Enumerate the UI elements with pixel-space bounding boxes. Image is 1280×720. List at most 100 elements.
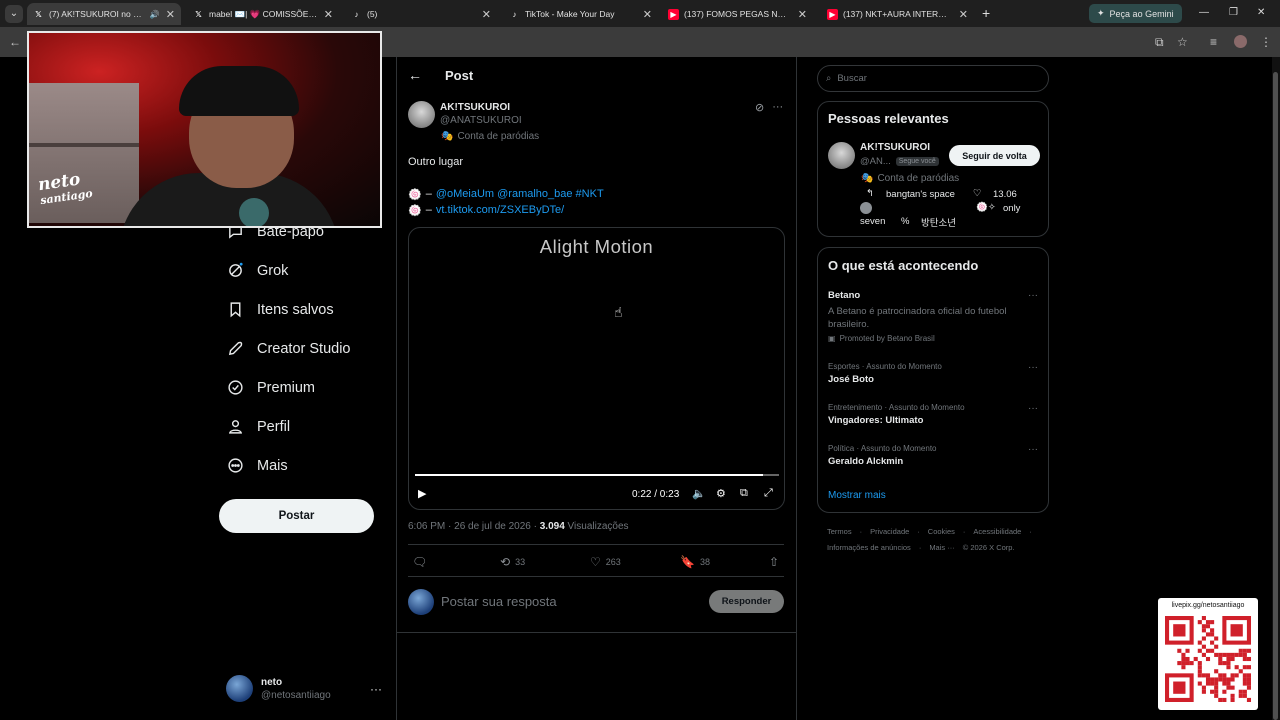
new-tab-icon[interactable]: + — [982, 5, 990, 21]
trend-more-icon[interactable]: ··· — [1028, 362, 1038, 373]
nav-label: Creator Studio — [257, 340, 351, 357]
video-player[interactable]: Alight Motion ☝ ▶ 0:22 / 0:23 🔈 ⚙ ⧉ ⤢ — [408, 227, 785, 510]
nav-premium[interactable]: Premium — [227, 379, 315, 396]
minimize-icon[interactable]: — — [1199, 7, 1209, 18]
author-avatar[interactable] — [408, 101, 435, 128]
tab-mabel[interactable]: 𝕏 mabel ✉️| 💗 COMISSÕES FEC ✕ — [187, 3, 339, 25]
repost-action[interactable]: ⟲ 33 — [500, 555, 525, 569]
nav-mais[interactable]: Mais — [227, 457, 288, 474]
reply-input[interactable]: Postar sua resposta — [441, 594, 557, 609]
show-more-link[interactable]: Mostrar mais — [828, 490, 886, 501]
kebab-menu-icon[interactable]: ⋮ — [1260, 35, 1272, 49]
share-action[interactable]: ⇧ — [769, 555, 779, 569]
account-more-icon[interactable]: ··· — [370, 682, 382, 696]
bookmark-star-icon[interactable]: ☆ — [1177, 35, 1188, 49]
close-tab-icon[interactable]: ✕ — [482, 8, 491, 21]
reply-action[interactable]: 🗨 — [412, 555, 432, 569]
post-tools: ⊘ ··· — [755, 101, 783, 114]
tab-tiktok[interactable]: ♪ TikTok - Make Your Day ✕ — [503, 3, 658, 25]
footer-link-termos[interactable]: Termos — [827, 527, 852, 536]
gemini-button[interactable]: ✦ Peça ao Gemini — [1089, 4, 1182, 23]
trend-more-icon[interactable]: ··· — [1028, 403, 1038, 414]
trend-more-icon[interactable]: ··· — [1028, 290, 1038, 301]
page-scrollbar[interactable] — [1272, 57, 1280, 720]
relevant-name[interactable]: AK!TSUKUROI — [860, 142, 930, 153]
author-handle[interactable]: @ANATSUKUROI — [440, 115, 522, 126]
grok-explain-icon[interactable]: ⊘ — [755, 101, 764, 114]
tab-search-dropdown[interactable]: ⌄ — [5, 4, 23, 23]
video-progress-bar[interactable] — [415, 474, 779, 476]
divider — [408, 576, 784, 577]
media-controls-icon[interactable]: ≡ — [1210, 35, 1217, 49]
close-tab-icon[interactable]: ✕ — [324, 8, 333, 21]
back-nav-icon[interactable]: ← — [9, 35, 21, 49]
volume-icon[interactable]: 🔈 — [692, 487, 706, 500]
dash: – — [425, 204, 432, 216]
follow-back-button[interactable]: Seguir de volta — [949, 145, 1040, 166]
search-icon: ⌕ — [826, 73, 832, 84]
close-tab-icon[interactable]: ✕ — [959, 8, 968, 21]
relevant-handle-row: @AN... Segue você — [860, 156, 939, 167]
trend-name: Betano — [828, 290, 861, 301]
install-app-icon[interactable]: ⧉ — [1155, 35, 1164, 50]
footer-link-mais[interactable]: Mais ··· — [929, 543, 954, 552]
like-action[interactable]: ♡ 263 — [590, 555, 621, 569]
tab-x-post[interactable]: 𝕏 (7) AK!TSUKUROI no X: "Ou 🔊 ✕ — [27, 3, 181, 25]
footer-link-privacidade[interactable]: Privacidade — [870, 527, 909, 536]
card-title: Pessoas relevantes — [828, 111, 949, 126]
search-input[interactable]: ⌕ Buscar — [817, 65, 1049, 92]
account-switcher[interactable]: neto @netosantiiago — [226, 675, 331, 702]
maximize-icon[interactable]: ❐ — [1229, 7, 1238, 18]
close-tab-icon[interactable]: ✕ — [166, 8, 175, 21]
trend-item[interactable]: Betano A Betano é patrocinadora oficial … — [828, 290, 1038, 343]
trend-more-icon[interactable]: ··· — [1028, 444, 1038, 455]
reply-button[interactable]: Responder — [709, 590, 784, 613]
views-count: 3.094 — [539, 521, 565, 532]
footer-dot: · — [859, 527, 863, 536]
nav-grok[interactable]: Grok — [227, 262, 288, 279]
close-window-icon[interactable]: ✕ — [1257, 7, 1265, 18]
footer-link-anuncios[interactable]: Informações de anúncios — [827, 543, 911, 552]
nav-label: Mais — [257, 457, 288, 474]
post-more-icon[interactable]: ··· — [772, 101, 783, 114]
webcam-overlay: neto santiago — [27, 31, 382, 228]
mention-links[interactable]: @oMeiaUm @ramalho_bae #NKT — [436, 188, 604, 201]
author-name[interactable]: AK!TSUKUROI — [440, 102, 510, 113]
rocket-icon — [227, 340, 244, 357]
compose-post-button[interactable]: Postar — [219, 499, 374, 533]
microphone-icon — [239, 198, 269, 226]
settings-gear-icon[interactable]: ⚙ — [716, 487, 726, 500]
pip-icon[interactable]: ⧉ — [740, 487, 748, 500]
relevant-people-card: Pessoas relevantes AK!TSUKUROI @AN... Se… — [817, 101, 1049, 237]
nav-creator-studio[interactable]: Creator Studio — [227, 340, 351, 357]
footer-link-acessibilidade[interactable]: Acessibilidade — [973, 527, 1021, 536]
trend-item[interactable]: Entretenimento · Assunto do Momento Ving… — [828, 403, 1038, 426]
close-tab-icon[interactable]: ✕ — [643, 8, 652, 21]
trend-item[interactable]: Política · Assunto do Momento Geraldo Al… — [828, 444, 1038, 467]
back-arrow-icon[interactable]: ← — [408, 67, 422, 83]
profile-avatar-icon[interactable] — [1234, 35, 1247, 48]
nav-itens-salvos[interactable]: Itens salvos — [227, 301, 334, 318]
close-tab-icon[interactable]: ✕ — [798, 8, 807, 21]
play-icon[interactable]: ▶ — [418, 487, 426, 500]
fullscreen-icon[interactable]: ⤢ — [764, 487, 773, 500]
relevant-avatar[interactable] — [828, 142, 855, 169]
promoted-icon: ▣ — [828, 334, 836, 343]
tiktok-logo-icon: ♪ — [512, 9, 517, 19]
scrollbar-thumb[interactable] — [1273, 72, 1278, 720]
reply-icon: 🗨 — [412, 555, 428, 569]
bookmark-action[interactable]: 🔖 38 — [680, 555, 710, 569]
nav-perfil[interactable]: Perfil — [227, 418, 290, 435]
post-timestamp[interactable]: 6:06 PM · 26 de jul de 2026 · — [408, 521, 540, 532]
speaker-icon[interactable]: 🔊 — [150, 10, 160, 19]
tab-youtube-1[interactable]: ▶ (137) FOMOS PEGAS NO BANH ✕ — [662, 3, 813, 25]
tab-tiktok-5[interactable]: ♪ (5) ✕ — [345, 3, 497, 25]
tab-youtube-2[interactable]: ▶ (137) NKT+AURA INTERROGAN ✕ — [821, 3, 974, 25]
spiral-emoji-icon: 🍥 — [408, 205, 422, 217]
tiktok-link[interactable]: vt.tiktok.com/ZSXEByDTe/ — [436, 204, 564, 217]
footer-dot: · — [918, 543, 922, 552]
video-progress-fill — [415, 474, 764, 476]
footer-link-cookies[interactable]: Cookies — [928, 527, 955, 536]
share-icon: ⇧ — [769, 555, 780, 569]
trend-item[interactable]: Esportes · Assunto do Momento José Boto … — [828, 362, 1038, 385]
